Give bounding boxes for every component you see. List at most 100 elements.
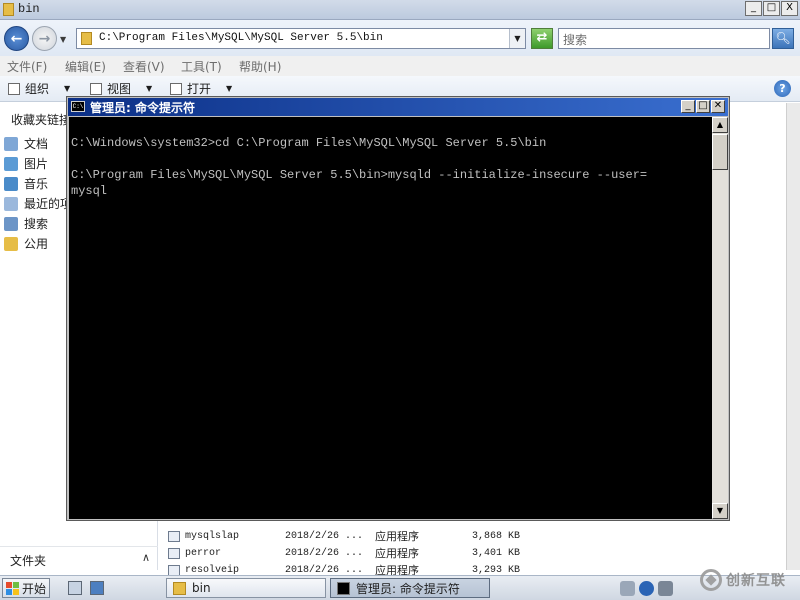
menu-bar: 文件(F) 编辑(E) 查看(V) 工具(T) 帮助(H) xyxy=(0,56,800,76)
application-icon xyxy=(168,564,180,576)
taskbar-item-explorer[interactable]: bin xyxy=(166,578,326,598)
help-button[interactable]: ? xyxy=(774,80,791,97)
file-date: 2018/2/26 ... xyxy=(285,530,364,542)
search-input[interactable]: 搜索 xyxy=(558,28,770,49)
menu-edit[interactable]: 编辑(E) xyxy=(65,58,106,75)
start-button[interactable]: 开始 xyxy=(2,578,50,598)
explorer-window-controls: _ □ X xyxy=(745,1,798,16)
folder-icon xyxy=(3,3,14,16)
address-dropdown-button[interactable]: ▼ xyxy=(509,29,525,48)
forward-button[interactable]: → xyxy=(32,26,57,51)
folders-section[interactable]: 文件夹 ∧ xyxy=(0,546,158,570)
help-icon: ? xyxy=(779,82,786,95)
search-button[interactable]: 🔍︎ xyxy=(772,28,794,49)
taskbar-item-label: 管理员: 命令提示符 xyxy=(356,581,460,596)
nav-item-label: 音乐 xyxy=(24,177,49,191)
file-date: 2018/2/26 ... xyxy=(285,547,364,559)
close-button[interactable]: X xyxy=(781,1,798,16)
folder-icon xyxy=(81,32,92,45)
favorites-title: 收藏夹链接 xyxy=(11,113,72,127)
nav-item-label: 公用 xyxy=(24,237,49,251)
console-text: C:\Windows\system32>cd C:\Program Files\… xyxy=(71,135,647,199)
open-icon xyxy=(170,82,182,95)
menu-view[interactable]: 查看(V) xyxy=(123,58,165,75)
open-label: 打开 xyxy=(187,82,212,96)
cmd-close-button[interactable]: ✕ xyxy=(711,100,725,113)
file-row[interactable]: perror 2018/2/26 ... 应用程序 3,401 KB xyxy=(168,545,520,561)
watermark-icon xyxy=(700,569,722,591)
open-button[interactable]: 打开 ▼ xyxy=(170,80,232,97)
nav-item-public[interactable]: 公用 xyxy=(4,235,48,252)
chevron-up-icon: ∧ xyxy=(141,551,150,564)
pictures-icon xyxy=(4,156,18,171)
start-label: 开始 xyxy=(22,581,47,596)
file-type: 应用程序 xyxy=(375,530,419,543)
application-icon xyxy=(168,547,180,559)
application-icon xyxy=(168,530,180,542)
address-path[interactable]: C:\Program Files\MySQL\MySQL Server 5.5\… xyxy=(99,32,383,44)
cmd-minimize-button[interactable]: _ xyxy=(681,100,695,113)
maximize-button[interactable]: □ xyxy=(763,1,780,16)
taskbar: 开始 bin 管理员: 命令提示符 xyxy=(0,575,800,600)
explorer-window-title: bin xyxy=(18,2,40,16)
scroll-down-button[interactable]: ▼ xyxy=(712,503,728,519)
menu-help[interactable]: 帮助(H) xyxy=(239,58,281,75)
console-line: mysql xyxy=(71,184,108,198)
organize-icon xyxy=(8,82,20,95)
scroll-up-button[interactable]: ▲ xyxy=(712,117,728,133)
minimize-button[interactable]: _ xyxy=(745,1,762,16)
file-date: 2018/2/26 ... xyxy=(285,564,364,576)
menu-file[interactable]: 文件(F) xyxy=(7,58,47,75)
refresh-icon: ⇄ xyxy=(536,30,548,45)
cmd-window-controls: _ □ ✕ xyxy=(681,100,725,113)
organize-button[interactable]: 组织 ▼ xyxy=(8,80,70,97)
nav-item-label: 图片 xyxy=(24,157,49,171)
chevron-down-icon: ▼ xyxy=(64,84,71,93)
scroll-thumb[interactable] xyxy=(712,134,728,170)
file-size: 3,293 KB xyxy=(471,564,520,576)
file-row[interactable]: mysqlslap 2018/2/26 ... 应用程序 3,868 KB xyxy=(168,528,520,544)
console-line: C:\Program Files\MySQL\MySQL Server 5.5\… xyxy=(71,168,648,182)
console-output[interactable]: C:\Windows\system32>cd C:\Program Files\… xyxy=(69,117,712,519)
recent-items-icon xyxy=(4,196,18,211)
windows-logo-icon xyxy=(6,581,19,595)
views-label: 视图 xyxy=(107,82,132,96)
recent-pages-dropdown[interactable]: ▼ xyxy=(60,35,66,44)
taskbar-item-label: bin xyxy=(192,581,211,595)
back-button[interactable]: ← xyxy=(4,26,29,51)
nav-item-documents[interactable]: 文档 xyxy=(4,135,48,152)
taskbar-item-cmd[interactable]: 管理员: 命令提示符 xyxy=(330,578,490,598)
system-tray xyxy=(620,577,673,599)
cmd-titlebar[interactable]: C:\ 管理员: 命令提示符 _ □ ✕ xyxy=(68,98,728,116)
back-arrow-icon: ← xyxy=(10,30,23,47)
file-name: mysqlslap xyxy=(185,530,240,542)
explorer-titlebar: bin _ □ X xyxy=(0,0,800,20)
views-icon xyxy=(90,82,102,95)
help-icon[interactable] xyxy=(639,580,654,596)
nav-item-pictures[interactable]: 图片 xyxy=(4,155,48,172)
address-field[interactable]: C:\Program Files\MySQL\MySQL Server 5.5\… xyxy=(76,28,526,49)
cmd-scrollbar[interactable]: ▲ ▼ xyxy=(712,117,728,519)
explorer-scrollbar[interactable] xyxy=(786,103,800,570)
keyboard-icon[interactable] xyxy=(620,580,635,596)
refresh-button[interactable]: ⇄ xyxy=(531,28,553,49)
cmd-window: C:\ 管理员: 命令提示符 _ □ ✕ C:\Windows\system32… xyxy=(66,96,730,521)
cmd-maximize-button[interactable]: □ xyxy=(696,100,710,113)
folders-label: 文件夹 xyxy=(10,554,47,568)
show-desktop-icon[interactable] xyxy=(90,581,104,595)
server-manager-icon[interactable] xyxy=(68,581,82,595)
watermark-text: 创新互联 xyxy=(726,573,786,589)
nav-item-search[interactable]: 搜索 xyxy=(4,215,48,232)
search-folder-icon xyxy=(4,216,18,231)
search-icon: 🔍︎ xyxy=(775,31,791,45)
folder-icon xyxy=(4,236,18,251)
menu-tools[interactable]: 工具(T) xyxy=(181,58,222,75)
nav-item-music[interactable]: 音乐 xyxy=(4,175,48,192)
nav-item-label: 搜索 xyxy=(24,217,49,231)
watermark-logo: 创新互联 xyxy=(700,562,800,598)
volume-icon[interactable] xyxy=(658,580,673,596)
nav-item-recent[interactable]: 最近的项 xyxy=(4,195,72,212)
file-size: 3,868 KB xyxy=(471,530,520,542)
views-button[interactable]: 视图 ▼ xyxy=(90,80,152,97)
organize-label: 组织 xyxy=(25,82,50,96)
